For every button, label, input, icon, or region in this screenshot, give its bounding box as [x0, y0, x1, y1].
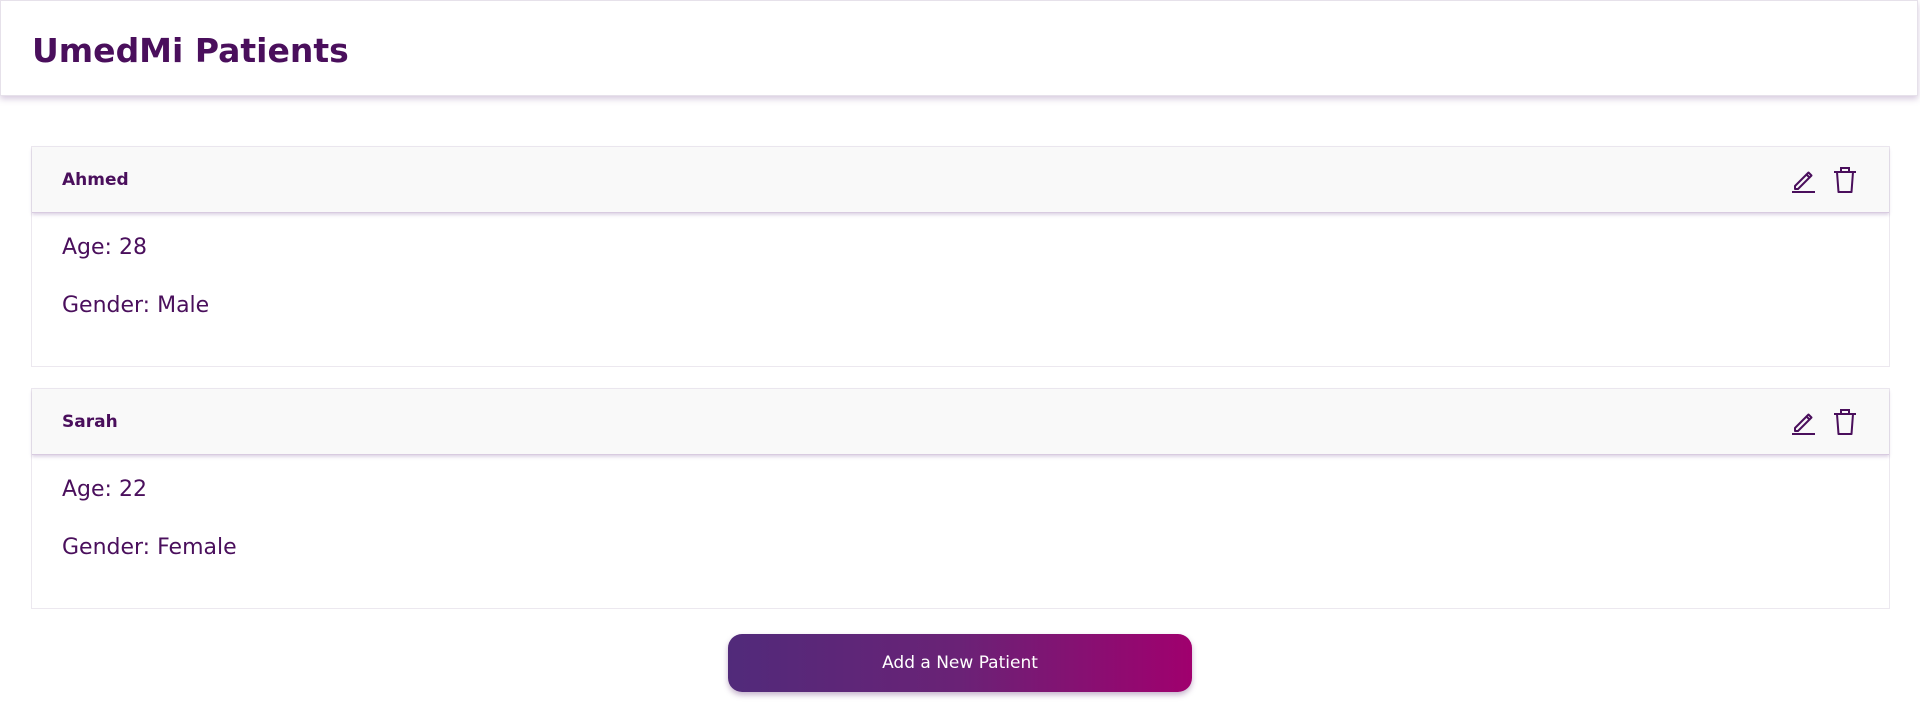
trash-icon [1834, 167, 1856, 193]
patient-card: Ahmed Age: 28 Gender: Male [31, 146, 1890, 367]
app-header: UmedMi Patients [0, 0, 1918, 96]
patient-age: Age: 28 [62, 235, 147, 260]
patient-list: Ahmed Age: 28 Gender: Male Sarah Age: 22… [31, 146, 1890, 630]
patient-age: Age: 22 [62, 477, 147, 502]
patient-gender: Gender: Male [62, 293, 210, 318]
patient-gender: Gender: Female [62, 535, 237, 560]
patient-name: Sarah [62, 412, 118, 432]
delete-button[interactable] [1831, 166, 1859, 194]
add-patient-button[interactable]: Add a New Patient [728, 634, 1192, 692]
page-title: UmedMi Patients [32, 31, 349, 70]
patient-name: Ahmed [62, 170, 129, 190]
patient-card: Sarah Age: 22 Gender: Female [31, 388, 1890, 609]
patient-card-header: Sarah [32, 389, 1889, 455]
patient-actions [1789, 407, 1859, 437]
edit-icon [1792, 413, 1815, 435]
edit-button[interactable] [1789, 166, 1817, 194]
edit-button[interactable] [1789, 408, 1817, 436]
edit-icon [1792, 171, 1815, 193]
trash-icon [1834, 409, 1856, 435]
delete-button[interactable] [1831, 408, 1859, 436]
patient-actions [1789, 165, 1859, 195]
patient-card-header: Ahmed [32, 147, 1889, 213]
